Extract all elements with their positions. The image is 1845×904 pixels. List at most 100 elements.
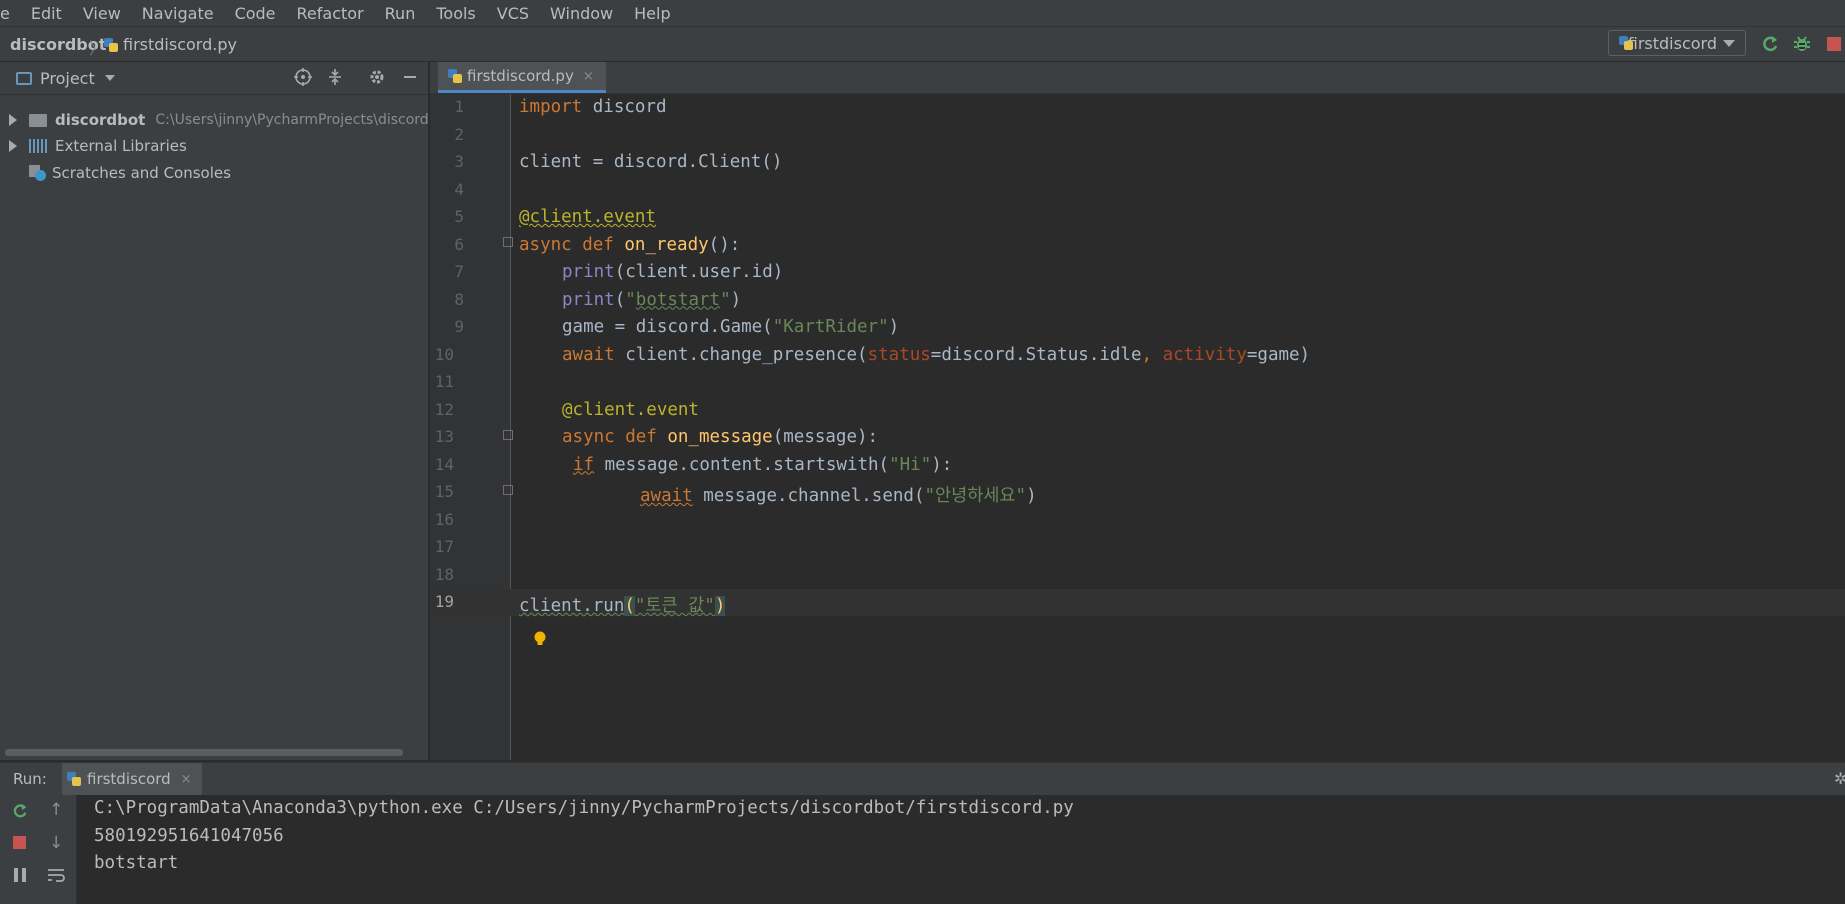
debug-button[interactable] bbox=[1790, 32, 1814, 56]
code-line: 8 print("botstart") bbox=[430, 287, 1845, 314]
code-line: 3 client = discord.Client() bbox=[430, 149, 1845, 176]
menu-view[interactable]: View bbox=[71, 4, 130, 23]
menu-navigate[interactable]: Navigate bbox=[130, 4, 223, 23]
fold-marker-icon[interactable] bbox=[503, 485, 513, 495]
console-line: botstart bbox=[94, 853, 179, 873]
console-output[interactable]: C:\ProgramData\Anaconda3\python.exe C:/U… bbox=[94, 795, 1074, 878]
stop-icon[interactable] bbox=[13, 836, 26, 849]
line-number: 3 bbox=[454, 152, 464, 171]
console-line: C:\ProgramData\Anaconda3\python.exe C:/U… bbox=[94, 798, 1074, 818]
code-text: print("botstart") bbox=[562, 289, 742, 310]
code-text: @client.event bbox=[519, 207, 656, 227]
expand-arrow-icon[interactable] bbox=[9, 114, 17, 126]
rerun-icon[interactable] bbox=[11, 802, 29, 825]
line-number: 1 bbox=[454, 97, 464, 116]
project-panel-title[interactable]: Project bbox=[40, 69, 95, 88]
code-line: 12 @client.event bbox=[430, 397, 1845, 424]
code-line: 1 import discord bbox=[430, 94, 1845, 121]
code-line: 18 bbox=[430, 562, 1845, 589]
line-number: 17 bbox=[434, 537, 454, 556]
scratches-icon bbox=[29, 165, 47, 181]
code-text: print(client.user.id) bbox=[562, 262, 784, 282]
minimize-icon[interactable] bbox=[400, 67, 420, 92]
fold-marker-icon[interactable] bbox=[503, 237, 513, 247]
code-text: client.run("토큰 값") bbox=[519, 596, 726, 616]
run-label: Run: bbox=[13, 770, 47, 788]
python-icon bbox=[1619, 36, 1632, 50]
line-number: 10 bbox=[434, 344, 454, 364]
menu-window[interactable]: Window bbox=[538, 4, 622, 23]
run-console: ↑ ↓ C:\ProgramData\Anaconda3\python.exe … bbox=[0, 795, 1845, 904]
close-icon[interactable]: × bbox=[181, 772, 192, 787]
tree-item-discordbot[interactable]: discordbot C:\Users\jinny\PycharmProject… bbox=[0, 107, 429, 133]
collapse-icon[interactable] bbox=[325, 67, 345, 92]
run-configuration-select[interactable]: firstdiscord bbox=[1608, 30, 1746, 56]
project-panel-header: Project bbox=[0, 62, 428, 95]
code-text: @client.event bbox=[562, 399, 699, 420]
pause-icon[interactable] bbox=[13, 867, 27, 888]
close-icon[interactable]: × bbox=[583, 69, 594, 84]
stop-icon bbox=[1827, 37, 1841, 51]
code-area[interactable]: 1 import discord 2 3 client = discord.Clie… bbox=[430, 94, 1845, 694]
fold-marker-icon[interactable] bbox=[503, 430, 513, 440]
code-line: 4 bbox=[430, 177, 1845, 204]
chevron-down-icon[interactable] bbox=[104, 75, 115, 81]
line-number: 7 bbox=[454, 262, 464, 281]
tree-item-scratches[interactable]: Scratches and Consoles bbox=[0, 160, 231, 186]
menu-refactor[interactable]: Refactor bbox=[285, 4, 373, 23]
code-text: await message.channel.send("안녕하세요") bbox=[640, 486, 1037, 506]
menu-vcs[interactable]: VCS bbox=[485, 4, 538, 23]
code-line: 16 bbox=[430, 507, 1845, 534]
breadcrumb-file[interactable]: firstdiscord.py bbox=[104, 35, 237, 54]
tab-label: firstdiscord.py bbox=[467, 67, 574, 85]
code-text: import discord bbox=[519, 97, 667, 117]
code-line: 7 print(client.user.id) bbox=[430, 259, 1845, 286]
python-file-icon bbox=[448, 69, 462, 83]
code-text: if message.content.startswith("Hi"): bbox=[573, 454, 953, 475]
rerun-button[interactable] bbox=[1758, 32, 1782, 56]
line-number: 19 bbox=[434, 592, 454, 611]
arrow-up-icon[interactable]: ↑ bbox=[49, 800, 63, 820]
tree-item-label: External Libraries bbox=[55, 137, 187, 155]
menu-tools[interactable]: Tools bbox=[424, 4, 484, 23]
line-number: 14 bbox=[434, 454, 454, 474]
line-number: 6 bbox=[454, 234, 464, 254]
menu-file[interactable]: e bbox=[0, 4, 19, 23]
arrow-down-icon[interactable]: ↓ bbox=[49, 833, 63, 853]
gear-icon[interactable] bbox=[367, 67, 387, 92]
expand-arrow-icon[interactable] bbox=[9, 140, 17, 152]
code-line: 6 async def on_ready(): bbox=[430, 232, 1845, 259]
project-icon bbox=[16, 71, 32, 85]
menu-run[interactable]: Run bbox=[373, 4, 425, 23]
python-icon bbox=[67, 772, 81, 786]
library-icon bbox=[29, 139, 47, 153]
run-tab-label: firstdiscord bbox=[87, 770, 171, 788]
python-file-icon bbox=[104, 37, 118, 52]
tree-item-label: discordbot bbox=[55, 111, 146, 129]
horizontal-scrollbar[interactable] bbox=[5, 749, 403, 756]
console-line: 580192951641047056 bbox=[94, 825, 284, 846]
lightbulb-icon[interactable] bbox=[533, 630, 547, 652]
run-tab-firstdiscord[interactable]: firstdiscord × bbox=[62, 763, 202, 795]
code-line-current: 19 client.run("토큰 값") bbox=[430, 589, 1845, 616]
tree-item-external-libraries[interactable]: External Libraries bbox=[0, 133, 187, 159]
line-number: 12 bbox=[434, 399, 454, 419]
line-number: 15 bbox=[434, 482, 454, 501]
breadcrumb-file-label: firstdiscord.py bbox=[123, 35, 237, 54]
menu-edit[interactable]: Edit bbox=[19, 4, 71, 23]
soft-wrap-icon[interactable] bbox=[47, 867, 65, 888]
gear-icon[interactable]: ✲ bbox=[1834, 769, 1845, 788]
line-number: 11 bbox=[434, 372, 454, 391]
code-line: 10 await client.change_presence(status=di… bbox=[430, 342, 1845, 369]
code-line: 13 async def on_message(message): bbox=[430, 424, 1845, 451]
menu-help[interactable]: Help bbox=[622, 4, 679, 23]
stop-button[interactable] bbox=[1822, 32, 1845, 56]
rerun-icon bbox=[1763, 36, 1778, 52]
code-text: client = discord.Client() bbox=[519, 152, 783, 172]
menu-code[interactable]: Code bbox=[223, 4, 285, 23]
tab-firstdiscord[interactable]: firstdiscord.py × bbox=[438, 62, 606, 93]
console-toolbar: ↑ ↓ bbox=[0, 795, 77, 904]
bug-icon bbox=[1794, 36, 1810, 51]
project-panel: Project discordbot C:\Users\jinny\Pychar… bbox=[0, 62, 429, 760]
crosshair-icon[interactable] bbox=[293, 67, 313, 92]
